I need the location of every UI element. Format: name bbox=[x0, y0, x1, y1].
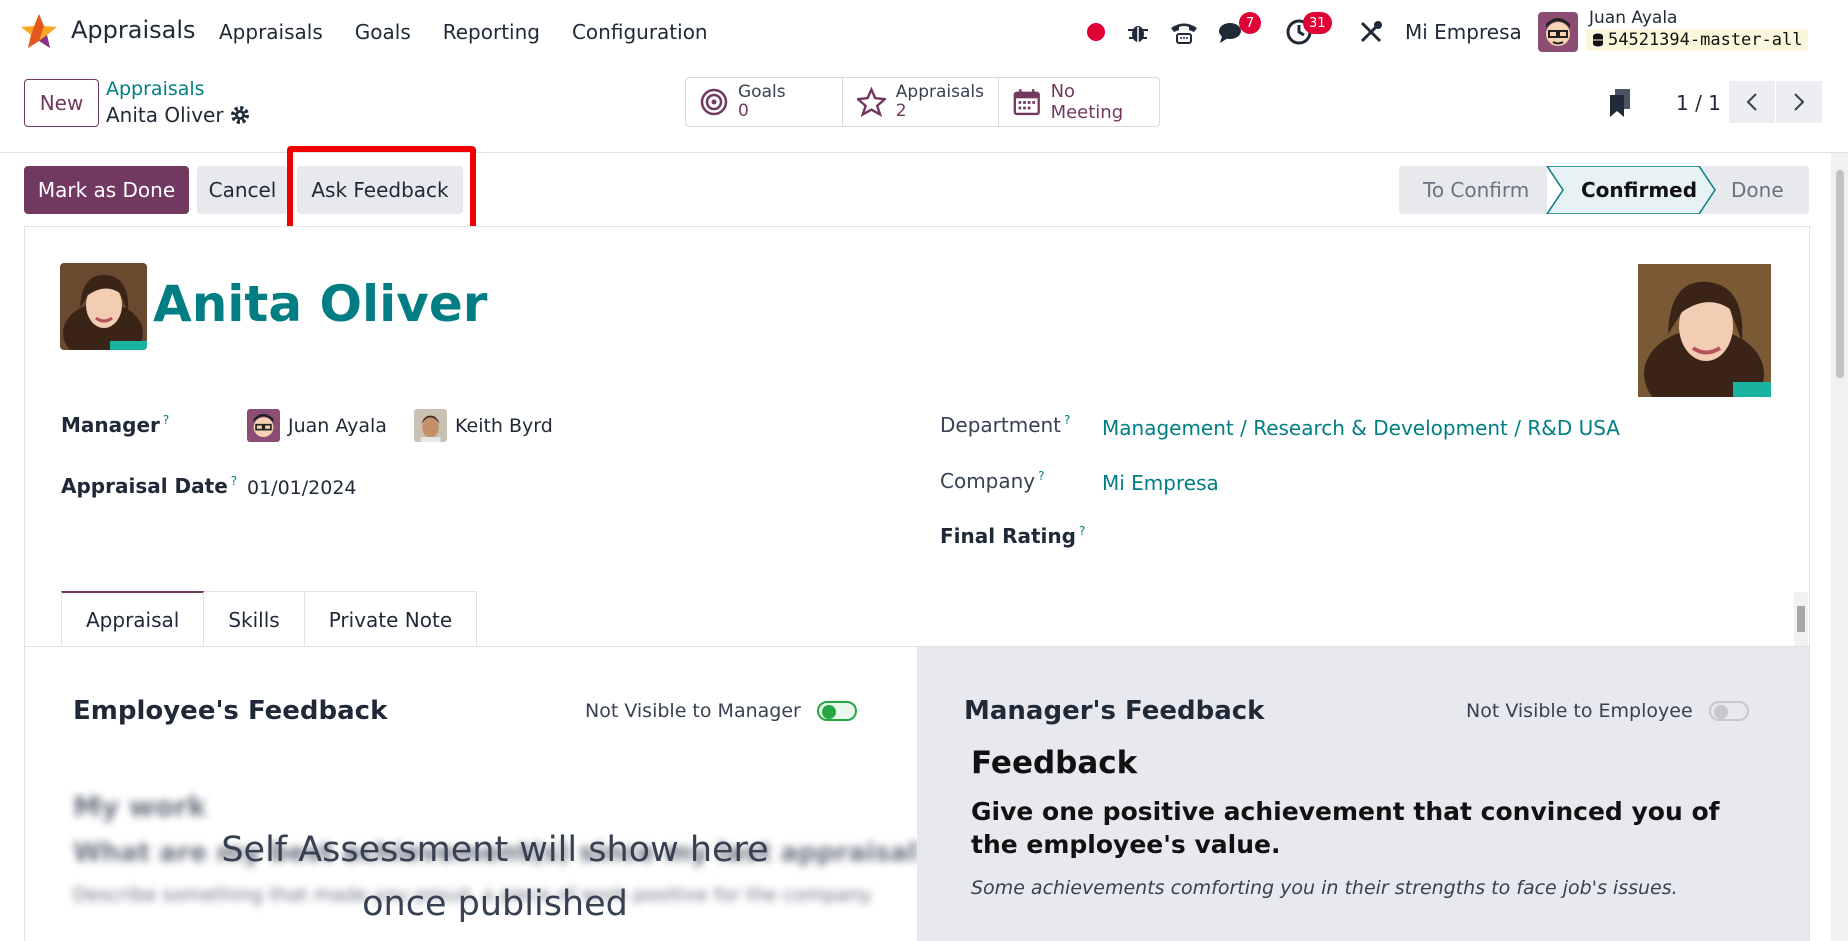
new-button[interactable]: New bbox=[24, 79, 99, 127]
manager-name: Juan Ayala bbox=[288, 414, 387, 437]
tools-icon[interactable] bbox=[1355, 16, 1387, 48]
stage-confirmed[interactable]: Confirmed bbox=[1581, 178, 1697, 202]
gear-icon[interactable] bbox=[229, 104, 251, 126]
manager-name: Keith Byrd bbox=[455, 414, 553, 437]
menu-appraisals[interactable]: Appraisals bbox=[219, 20, 323, 44]
appraisals-smart-button[interactable]: Appraisals 2 bbox=[843, 78, 999, 126]
placeholder-line-1: Self Assessment will show here bbox=[221, 830, 769, 870]
app-logo-icon[interactable] bbox=[20, 12, 58, 50]
employee-photo[interactable] bbox=[1638, 264, 1771, 397]
tab-appraisal[interactable]: Appraisal bbox=[61, 591, 205, 647]
stage-done[interactable]: Done bbox=[1731, 178, 1784, 202]
phone-icon[interactable] bbox=[1168, 16, 1200, 48]
breadcrumb-parent[interactable]: Appraisals bbox=[106, 78, 205, 100]
activities-badge: 31 bbox=[1303, 12, 1332, 34]
appraisals-label: Appraisals bbox=[895, 82, 984, 102]
menu-reporting[interactable]: Reporting bbox=[443, 20, 540, 44]
pager-next-button[interactable] bbox=[1776, 81, 1822, 123]
goals-smart-button[interactable]: Goals 0 bbox=[686, 78, 843, 126]
ask-feedback-highlight bbox=[287, 146, 476, 234]
avatar bbox=[247, 409, 280, 442]
not-visible-to-manager-label: Not Visible to Manager bbox=[585, 700, 801, 722]
department-field[interactable]: Management / Research & Development / R&… bbox=[1102, 416, 1620, 440]
tab-skills[interactable]: Skills bbox=[204, 591, 305, 647]
database-name: 54521394-master-all bbox=[1608, 30, 1803, 50]
goals-label: Goals bbox=[738, 82, 786, 102]
meeting-smart-button[interactable]: No Meeting bbox=[999, 78, 1159, 126]
user-name[interactable]: Juan Ayala bbox=[1589, 8, 1677, 28]
placeholder-line-2: once published bbox=[362, 884, 628, 924]
target-icon bbox=[700, 88, 728, 116]
breadcrumb-current: Anita Oliver bbox=[106, 103, 224, 127]
not-visible-to-manager-toggle[interactable] bbox=[817, 701, 857, 721]
appraisal-date-label: Appraisal Date? bbox=[61, 474, 238, 498]
user-avatar[interactable] bbox=[1538, 12, 1578, 52]
feedback-heading[interactable]: Feedback bbox=[971, 745, 1137, 781]
menu-goals[interactable]: Goals bbox=[355, 20, 411, 44]
star-icon bbox=[857, 87, 886, 117]
stage-to-confirm[interactable]: To Confirm bbox=[1423, 178, 1529, 202]
not-visible-to-employee-toggle[interactable] bbox=[1709, 701, 1749, 721]
company-switcher[interactable]: Mi Empresa bbox=[1405, 20, 1522, 44]
feedback-note[interactable]: Some achievements comforting you in thei… bbox=[971, 877, 1678, 899]
department-label: Department? bbox=[940, 413, 1071, 437]
help-icon[interactable]: ? bbox=[1038, 469, 1044, 483]
goals-count: 0 bbox=[738, 101, 749, 121]
help-icon[interactable]: ? bbox=[1079, 524, 1085, 538]
final-rating-label: Final Rating? bbox=[940, 524, 1086, 548]
top-navbar: Appraisals Appraisals Goals Reporting Co… bbox=[0, 0, 1848, 63]
employee-avatar[interactable] bbox=[60, 263, 147, 350]
company-label: Company? bbox=[940, 469, 1045, 493]
app-name[interactable]: Appraisals bbox=[71, 16, 196, 44]
appraisal-date-field[interactable]: 01/01/2024 bbox=[247, 477, 357, 499]
recording-indicator[interactable] bbox=[1087, 23, 1105, 41]
bug-icon[interactable] bbox=[1122, 16, 1154, 48]
control-panel: New Appraisals Anita Oliver Goals 0 Appra… bbox=[0, 63, 1848, 153]
cancel-button[interactable]: Cancel bbox=[197, 166, 288, 214]
pager-value[interactable]: 1 / 1 bbox=[1676, 91, 1721, 115]
employee-feedback-title: Employee's Feedback bbox=[73, 696, 388, 726]
manager-juan-ayala[interactable]: Juan Ayala bbox=[247, 409, 387, 442]
messages-badge: 7 bbox=[1239, 12, 1261, 34]
help-icon[interactable]: ? bbox=[163, 413, 169, 427]
mark-as-done-button[interactable]: Mark as Done bbox=[24, 166, 189, 214]
company-field[interactable]: Mi Empresa bbox=[1102, 471, 1219, 495]
smart-buttons: Goals 0 Appraisals 2 No Meeting bbox=[685, 77, 1160, 127]
menu-configuration[interactable]: Configuration bbox=[572, 20, 708, 44]
bookmark-icon[interactable] bbox=[1606, 87, 1634, 119]
chevron-right-icon bbox=[1794, 93, 1805, 111]
chevron-left-icon bbox=[1746, 93, 1757, 111]
appraisals-count: 2 bbox=[895, 101, 907, 121]
manager-feedback-title: Manager's Feedback bbox=[964, 696, 1265, 726]
self-assessment-placeholder: Self Assessment will show here once publ… bbox=[195, 823, 795, 931]
employee-name[interactable]: Anita Oliver bbox=[153, 275, 487, 333]
page-scrollbar-thumb[interactable] bbox=[1836, 170, 1844, 378]
blurred-heading: My work bbox=[73, 790, 207, 823]
feedback-question[interactable]: Give one positive achievement that convi… bbox=[971, 795, 1731, 861]
notebook-tabs: Appraisal Skills Private Note bbox=[61, 591, 478, 647]
avatar bbox=[414, 409, 447, 442]
database-icon bbox=[1593, 33, 1603, 47]
database-badge: 54521394-master-all bbox=[1586, 29, 1809, 51]
pager-previous-button[interactable] bbox=[1729, 81, 1775, 123]
help-icon[interactable]: ? bbox=[231, 474, 237, 488]
not-visible-to-employee-label: Not Visible to Employee bbox=[1466, 700, 1693, 722]
manager-label: Manager? bbox=[61, 413, 170, 437]
tab-private-note[interactable]: Private Note bbox=[304, 591, 478, 647]
main-menu: Appraisals Goals Reporting Configuration bbox=[219, 20, 708, 44]
status-bar: Mark as Done Cancel Ask Feedback To Conf… bbox=[0, 153, 1810, 226]
meeting-label: No Meeting bbox=[1050, 81, 1124, 123]
calendar-icon bbox=[1013, 89, 1040, 116]
inner-scrollbar[interactable] bbox=[1794, 592, 1808, 646]
manager-keith-byrd[interactable]: Keith Byrd bbox=[414, 409, 553, 442]
help-icon[interactable]: ? bbox=[1064, 413, 1070, 427]
